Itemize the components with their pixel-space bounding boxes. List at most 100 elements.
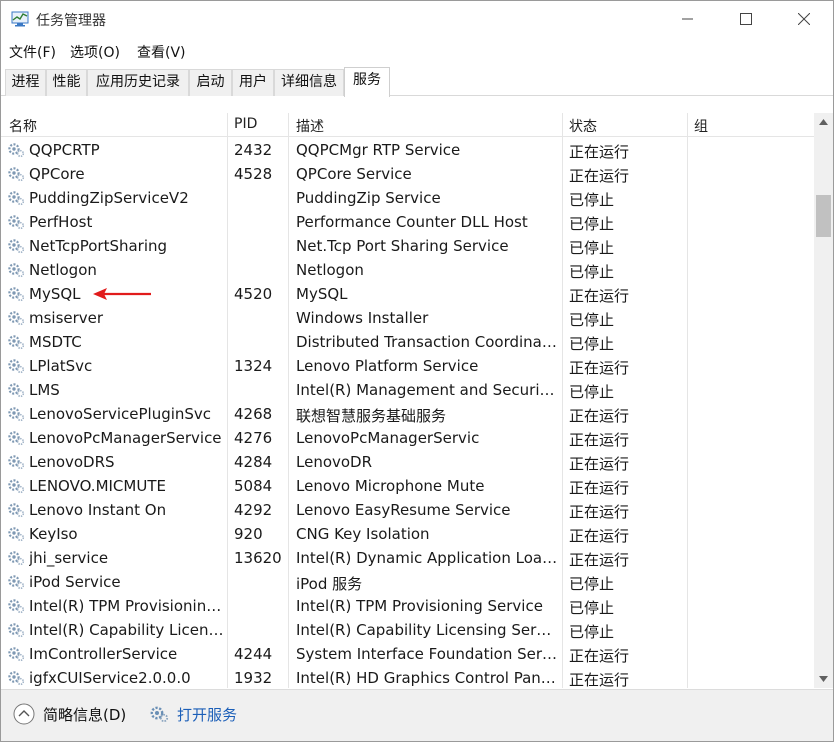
service-row[interactable]: ImControllerService 4244 System Interface … — [1, 642, 814, 666]
service-row[interactable]: KeyIso 920 CNG Key Isolation 正在运行 — [1, 522, 814, 546]
tab-startup[interactable]: 启动 — [189, 69, 232, 96]
service-row[interactable]: QQPCRTP 2432 QQPCMgr RTP Service 正在运行 — [1, 138, 814, 162]
gear-icon — [8, 647, 25, 662]
gear-icon — [8, 623, 25, 638]
gear-icon — [8, 527, 25, 542]
chevron-up-icon — [819, 119, 828, 125]
scroll-thumb[interactable] — [816, 195, 831, 237]
title-bar[interactable]: 任务管理器 — [1, 1, 833, 39]
service-name: PerfHost — [29, 213, 93, 231]
service-description: Intel(R) Dynamic Application Load... — [296, 549, 558, 567]
service-description: LenovoDR — [296, 453, 373, 471]
service-description: System Interface Foundation Serv... — [296, 645, 558, 663]
menu-file[interactable]: 文件(F) — [9, 42, 56, 62]
open-services-label: 打开服务 — [177, 705, 238, 724]
service-status: 正在运行 — [569, 647, 630, 665]
service-row[interactable]: MSDTC Distributed Transaction Coordinat..… — [1, 330, 814, 354]
column-header-description[interactable]: 描述 — [296, 116, 324, 136]
window-title: 任务管理器 — [36, 13, 106, 29]
service-row[interactable]: LPlatSvc 1324 Lenovo Platform Service 正在运行 — [1, 354, 814, 378]
scroll-down-button[interactable] — [814, 670, 833, 688]
service-row[interactable]: LenovoServicePluginSvc 4268 联想智慧服务基础服务 正在运行 — [1, 402, 814, 426]
service-description: Netlogon — [296, 261, 364, 279]
service-status: 正在运行 — [569, 455, 630, 473]
service-status: 正在运行 — [569, 671, 630, 688]
red-arrow-icon — [93, 288, 151, 300]
gear-icon — [8, 263, 25, 278]
service-row[interactable]: igfxCUIService2.0.0.0 1932 Intel(R) HD Gra… — [1, 666, 814, 688]
service-row[interactable]: LenovoDRS 4284 LenovoDR 正在运行 — [1, 450, 814, 474]
service-row[interactable]: Intel(R) TPM Provisioning... Intel(R) TPM… — [1, 594, 814, 618]
column-header-pid[interactable]: PID — [234, 116, 257, 132]
tab-app-history[interactable]: 应用历史记录 — [87, 69, 189, 96]
maximize-icon — [740, 13, 752, 25]
service-description: Lenovo Platform Service — [296, 357, 479, 375]
service-description: MySQL — [296, 285, 348, 303]
tab-performance[interactable]: 性能 — [46, 69, 87, 96]
column-header-status[interactable]: 状态 — [569, 116, 597, 136]
service-row[interactable]: Netlogon Netlogon 已停止 — [1, 258, 814, 282]
open-services-link[interactable]: 打开服务 — [149, 702, 237, 726]
service-pid: 4268 — [234, 405, 273, 423]
menu-bar: 文件(F) 选项(O) 查看(V) — [1, 39, 833, 63]
service-row[interactable]: msiserver Windows Installer 已停止 — [1, 306, 814, 330]
gear-icon — [8, 167, 25, 182]
service-name: iPod Service — [29, 573, 121, 591]
service-description: QQPCMgr RTP Service — [296, 141, 461, 159]
service-pid: 4528 — [234, 165, 273, 183]
fewer-details-button[interactable]: 简略信息(D) — [13, 702, 126, 726]
gear-icon — [8, 143, 25, 158]
service-name: KeyIso — [29, 525, 78, 543]
tab-services[interactable]: 服务 — [344, 67, 390, 97]
service-description: Lenovo EasyResume Service — [296, 501, 511, 519]
service-description: PuddingZip Service — [296, 189, 441, 207]
service-row[interactable]: iPod Service iPod 服务 已停止 — [1, 570, 814, 594]
column-header-row: 名称 PID 描述 状态 组 ^ — [1, 113, 814, 137]
service-row[interactable]: NetTcpPortSharing Net.Tcp Port Sharing Se… — [1, 234, 814, 258]
service-row[interactable]: PuddingZipServiceV2 PuddingZip Service 已停止 — [1, 186, 814, 210]
column-header-name[interactable]: 名称 — [9, 116, 37, 136]
minimize-button[interactable] — [659, 1, 717, 37]
service-row[interactable]: LENOVO.MICMUTE 5084 Lenovo Microphone Mute… — [1, 474, 814, 498]
service-row[interactable]: Lenovo Instant On 4292 Lenovo EasyResume S… — [1, 498, 814, 522]
service-name: Intel(R) TPM Provisioning... — [29, 597, 225, 615]
tab-users[interactable]: 用户 — [232, 69, 274, 96]
service-description: Intel(R) Capability Licensing Servi... — [296, 621, 558, 639]
sort-indicator-icon: ^ — [745, 113, 756, 121]
service-status: 已停止 — [569, 191, 615, 209]
service-row[interactable]: LenovoPcManagerService 4276 LenovoPcManage… — [1, 426, 814, 450]
service-name: LENOVO.MICMUTE — [29, 477, 166, 495]
service-name: LenovoServicePluginSvc — [29, 405, 212, 423]
services-list[interactable]: 名称 PID 描述 状态 组 ^ QQPCRTP 2432 QQPCMgr RTP … — [1, 113, 814, 688]
service-description: CNG Key Isolation — [296, 525, 430, 543]
tab-processes[interactable]: 进程 — [5, 69, 46, 96]
scroll-up-button[interactable] — [814, 113, 833, 131]
gear-icon — [8, 191, 25, 206]
service-row[interactable]: jhi_service 13620 Intel(R) Dynamic Applica… — [1, 546, 814, 570]
service-name: ImControllerService — [29, 645, 178, 663]
close-button[interactable] — [775, 1, 833, 37]
minimize-icon — [682, 18, 693, 20]
chevron-down-icon — [819, 676, 828, 682]
close-icon — [798, 13, 810, 25]
maximize-button[interactable] — [717, 1, 775, 37]
gear-icon — [150, 706, 169, 723]
gear-icon — [8, 407, 25, 422]
service-description: Windows Installer — [296, 309, 429, 327]
service-row[interactable]: Intel(R) Capability Licensi... Intel(R) C… — [1, 618, 814, 642]
menu-view[interactable]: 查看(V) — [137, 42, 186, 62]
menu-options[interactable]: 选项(O) — [70, 42, 120, 62]
service-name: QPCore — [29, 165, 85, 183]
service-row[interactable]: LMS Intel(R) Management and Security... 已停… — [1, 378, 814, 402]
service-name: jhi_service — [29, 549, 109, 567]
column-header-group[interactable]: 组 — [694, 116, 708, 136]
tab-details[interactable]: 详细信息 — [274, 69, 344, 96]
gear-icon — [8, 551, 25, 566]
service-description: LenovoPcManagerServic — [296, 429, 480, 447]
service-status: 已停止 — [569, 215, 615, 233]
service-row[interactable]: PerfHost Performance Counter DLL Host 已停止 — [1, 210, 814, 234]
service-description: Lenovo Microphone Mute — [296, 477, 485, 495]
service-row[interactable]: QPCore 4528 QPCore Service 正在运行 — [1, 162, 814, 186]
service-description: Intel(R) HD Graphics Control Pane... — [296, 669, 558, 687]
vertical-scrollbar[interactable] — [814, 113, 833, 688]
